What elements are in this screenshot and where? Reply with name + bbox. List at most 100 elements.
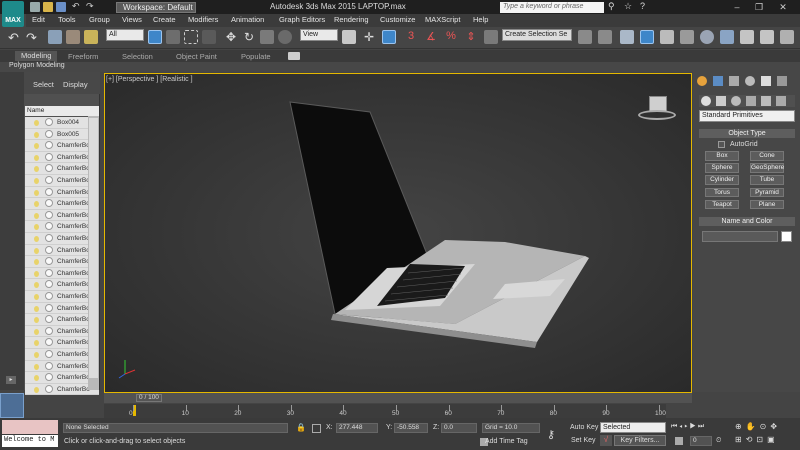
menu-rendering[interactable]: Rendering [334, 15, 369, 24]
search-input[interactable]: Type a keyword or phrase [500, 2, 604, 13]
menu-graph-editors[interactable]: Graph Editors [279, 15, 325, 24]
time-slider-thumb[interactable]: 0 / 100 [136, 394, 162, 402]
key-filters-button[interactable]: Key Filters... [614, 435, 666, 446]
helpers-icon[interactable] [761, 96, 771, 106]
menu-views[interactable]: Views [122, 15, 142, 24]
scale-icon[interactable] [260, 30, 274, 44]
menu-create[interactable]: Create [153, 15, 176, 24]
tab-freeform[interactable]: Freeform [68, 52, 98, 61]
display-panel-icon[interactable] [761, 76, 771, 86]
undo-icon[interactable]: ↶ [72, 1, 80, 12]
menu-edit[interactable]: Edit [32, 15, 45, 24]
key-mode-dropdown[interactable]: Selected [600, 422, 666, 433]
absolute-mode-icon[interactable] [312, 424, 321, 433]
current-frame-field[interactable]: 0 [690, 436, 712, 446]
redo-icon[interactable]: ↷ [26, 30, 40, 45]
curve-editor-icon[interactable] [680, 30, 694, 44]
time-configuration-icon[interactable]: ⏲ [716, 437, 721, 445]
menu-animation[interactable]: Animation [231, 15, 264, 24]
selection-filter-dropdown[interactable]: All [106, 29, 144, 41]
material-editor-icon[interactable] [720, 30, 734, 44]
object-name-input[interactable] [702, 231, 778, 242]
pivot-center-icon[interactable] [342, 30, 356, 44]
primitive-button-sphere[interactable]: Sphere [705, 163, 739, 173]
rectangular-selection-icon[interactable] [184, 30, 198, 44]
utilities-panel-icon[interactable] [777, 76, 787, 86]
listener-output[interactable]: Welcome to M [2, 435, 58, 447]
select-place-icon[interactable] [278, 30, 292, 44]
primitive-button-tube[interactable]: Tube [750, 175, 784, 185]
move-icon[interactable]: ✥ [224, 30, 238, 44]
light-bulb-icon[interactable] [34, 236, 39, 242]
viewport-navigation-controls[interactable]: ⊕✋⊙✥ [735, 422, 781, 431]
light-bulb-icon[interactable] [34, 317, 39, 324]
tab-selection[interactable]: Selection [122, 52, 153, 61]
hierarchy-panel-icon[interactable] [729, 76, 739, 86]
menu-help[interactable]: Help [473, 15, 488, 24]
mirror-icon[interactable] [578, 30, 592, 44]
key-icon[interactable]: ⚷ [547, 428, 555, 441]
app-logo-icon[interactable]: MAX [2, 1, 24, 27]
undo-icon[interactable]: ↶ [8, 30, 22, 45]
menu-maxscript[interactable]: MAXScript [425, 15, 460, 24]
viewcube-ring[interactable] [638, 110, 676, 120]
workspace-dropdown[interactable]: Workspace: Default [116, 2, 196, 13]
link-icon[interactable] [48, 30, 62, 44]
light-bulb-icon[interactable] [34, 282, 39, 289]
light-bulb-icon[interactable] [34, 189, 39, 196]
light-bulb-icon[interactable] [34, 386, 39, 393]
light-bulb-icon[interactable] [34, 259, 39, 266]
scene-tab-select[interactable]: Select [33, 80, 54, 89]
light-bulb-icon[interactable] [34, 166, 39, 173]
playback-controls[interactable]: ⏮◂▸▶⏭ [671, 423, 706, 431]
close-button[interactable]: ✕ [776, 2, 790, 12]
light-bulb-icon[interactable] [34, 224, 39, 231]
create-panel-icon[interactable] [697, 76, 707, 86]
curve-icon[interactable]: √ [600, 435, 612, 446]
light-bulb-icon[interactable] [34, 201, 39, 208]
named-selection-sets-dropdown[interactable]: Create Selection Se [502, 29, 572, 41]
rotate-icon[interactable]: ↻ [242, 30, 256, 44]
select-manipulate-icon[interactable]: ✛ [362, 30, 376, 44]
primitive-button-pyramid[interactable]: Pyramid [750, 187, 784, 198]
save-file-icon[interactable] [56, 2, 66, 12]
light-bulb-icon[interactable] [34, 328, 39, 335]
light-bulb-icon[interactable] [34, 120, 39, 126]
polygon-modeling-bar[interactable] [0, 62, 800, 72]
primitive-button-cylinder[interactable]: Cylinder [705, 175, 739, 185]
ribbon-options-icon[interactable] [288, 52, 300, 60]
spacewarps-icon[interactable] [776, 96, 786, 106]
x-coordinate-field[interactable]: 277.448 [336, 423, 378, 433]
menu-customize[interactable]: Customize [380, 15, 415, 24]
schematic-view-icon[interactable] [700, 30, 714, 44]
tab-modeling[interactable]: Modeling [15, 51, 58, 61]
light-bulb-icon[interactable] [34, 154, 39, 161]
lights-icon[interactable] [731, 96, 741, 106]
primitive-button-geosphere[interactable]: GeoSphere [750, 163, 784, 173]
primitive-button-torus[interactable]: Torus [705, 187, 739, 198]
primitive-button-box[interactable]: Box [705, 151, 739, 161]
minimize-button[interactable]: – [730, 2, 744, 12]
primitive-button-teapot[interactable]: Teapot [705, 199, 739, 210]
name-color-rollout[interactable]: Name and Color [699, 217, 795, 226]
help-icon[interactable]: ? [640, 1, 645, 11]
menu-tools[interactable]: Tools [58, 15, 76, 24]
key-mode-toggle-icon[interactable] [675, 437, 683, 445]
expand-arrow-icon[interactable]: ▸ [6, 376, 16, 384]
angle-snap-icon[interactable]: ∡ [424, 30, 438, 44]
scene-explorer-toggle-icon[interactable] [640, 30, 654, 44]
menu-modifiers[interactable]: Modifiers [188, 15, 218, 24]
light-bulb-icon[interactable] [34, 294, 39, 300]
motion-panel-icon[interactable] [745, 76, 755, 86]
name-column-header[interactable]: Name [25, 106, 99, 116]
autogrid-checkbox[interactable] [718, 141, 725, 148]
select-by-name-icon[interactable] [166, 30, 180, 44]
rendered-frame-window-icon[interactable] [760, 30, 774, 44]
bind-space-warp-icon[interactable] [84, 30, 98, 44]
binoculars-icon[interactable]: ⚲ [608, 1, 615, 12]
scene-scrollbar-thumb[interactable] [89, 118, 98, 378]
ribbon-toggle-icon[interactable] [660, 30, 674, 44]
light-bulb-icon[interactable] [34, 131, 39, 138]
window-crossing-icon[interactable] [202, 30, 216, 44]
light-bulb-icon[interactable] [34, 212, 39, 219]
